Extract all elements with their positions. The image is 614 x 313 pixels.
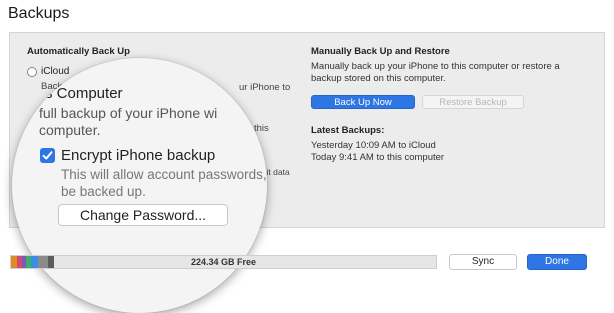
done-button[interactable]: Done <box>527 254 587 270</box>
icloud-desc-right: ur iPhone to <box>239 82 291 93</box>
back-up-now-button[interactable]: Back Up Now <box>311 95 415 109</box>
latest-backup-computer: Today 9:41 AM to this computer <box>311 152 445 163</box>
page-title: Backups <box>8 5 70 22</box>
icloud-option[interactable]: iCloud <box>27 66 69 77</box>
manual-backup-section: Manually Back Up and Restore Manually ba… <box>311 46 591 163</box>
this-computer-radio[interactable] <box>13 106 29 122</box>
computer-desc-right: this <box>254 123 269 134</box>
computer-desc-line2: computer. <box>39 122 101 138</box>
free-space-label: 224.34 GB Free <box>190 257 257 267</box>
encrypt-label: Encrypt iPhone backup <box>61 147 216 164</box>
auto-backup-section: Automatically Back Up iCloud Back ur iPh… <box>27 46 297 187</box>
checkmark-icon <box>42 151 53 160</box>
manual-heading: Manually Back Up and Restore <box>311 46 450 57</box>
storage-bar: 224.34 GB Free <box>10 255 437 269</box>
icloud-radio[interactable] <box>27 66 37 77</box>
manual-desc-line1: Manually back up your iPhone to this com… <box>311 61 560 72</box>
latest-backups-heading: Latest Backups: <box>311 125 385 136</box>
encrypt-desc-line1: This will allow account passwords, <box>61 167 267 182</box>
icloud-label: iCloud <box>41 66 70 77</box>
latest-backup-icloud: Yesterday 10:09 AM to iCloud <box>311 140 436 151</box>
magnifier-lens: s Computer full backup of your iPhone wi… <box>12 58 267 313</box>
manual-desc-line2: backup stored on this computer. <box>311 73 446 84</box>
computer-desc-line1: full backup of your iPhone wi <box>39 105 218 121</box>
change-password-button[interactable]: Change Password... <box>58 204 228 226</box>
this-computer-label: s Computer <box>45 85 123 102</box>
sync-button[interactable]: Sync <box>449 254 517 270</box>
restore-backup-button[interactable]: Restore Backup <box>422 95 524 109</box>
auto-backup-heading: Automatically Back Up <box>27 46 130 57</box>
encrypt-checkbox[interactable] <box>40 148 55 163</box>
encrypt-desc-line2: be backed up. <box>61 184 146 199</box>
